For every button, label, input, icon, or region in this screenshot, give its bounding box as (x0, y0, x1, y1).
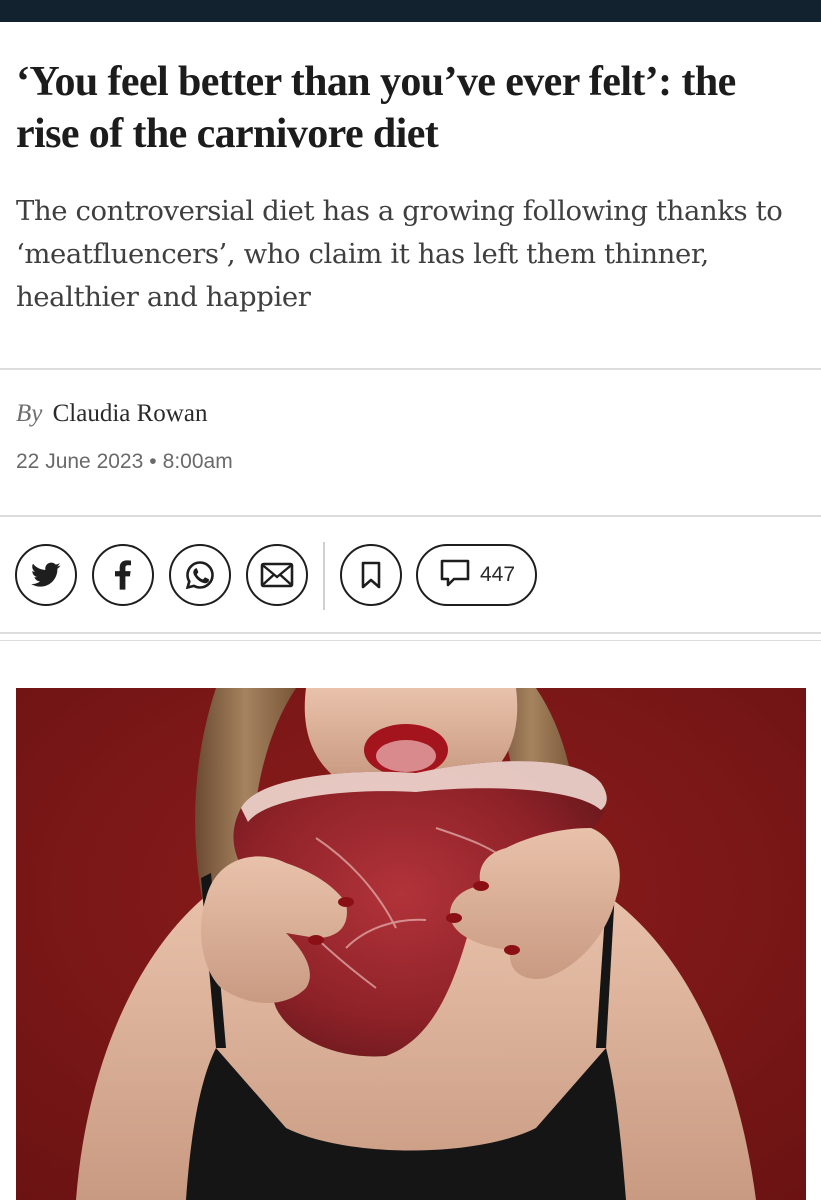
share-toolbar: 447 (0, 542, 821, 610)
divider (0, 640, 821, 641)
author-link[interactable]: Claudia Rowan (53, 400, 208, 427)
facebook-icon (115, 560, 131, 590)
article-standfirst: The controversial diet has a growing fol… (16, 195, 783, 313)
email-icon (260, 562, 294, 588)
email-share-button[interactable] (246, 544, 308, 606)
divider (0, 368, 821, 370)
date-separator: • (149, 450, 157, 473)
twitter-share-button[interactable] (15, 544, 77, 606)
whatsapp-icon (184, 559, 216, 591)
twitter-icon (31, 562, 61, 588)
divider (0, 632, 821, 634)
byline-prefix: By (16, 400, 43, 427)
hero-photo-illustration (16, 688, 806, 1200)
article-headline: ‘You feel better than you’ve ever felt’:… (16, 59, 736, 157)
bookmark-button[interactable] (340, 544, 402, 606)
comment-count: 447 (480, 563, 516, 586)
time-text: 8:00am (162, 450, 233, 473)
divider (0, 515, 821, 517)
facebook-share-button[interactable] (92, 544, 154, 606)
byline: By Claudia Rowan (16, 398, 207, 430)
article-hero-image (16, 688, 806, 1200)
comments-button[interactable]: 447 (416, 544, 537, 606)
comment-icon (440, 559, 470, 592)
top-navigation-bar (0, 0, 821, 22)
publish-date: 22 June 2023 • 8:00am (16, 448, 233, 476)
bookmark-icon (361, 561, 381, 589)
date-text: 22 June 2023 (16, 450, 144, 473)
toolbar-divider (323, 542, 325, 610)
whatsapp-share-button[interactable] (169, 544, 231, 606)
